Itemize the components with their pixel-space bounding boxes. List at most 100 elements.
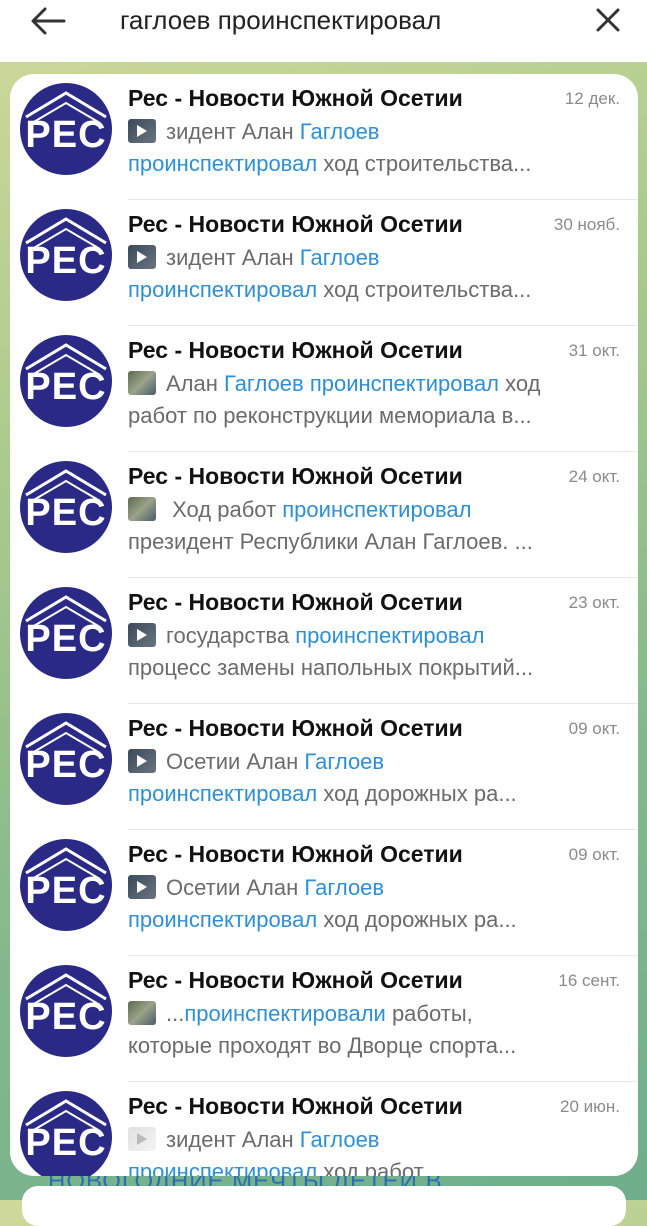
channel-avatar: РЕС: [20, 839, 112, 931]
snippet-text: работ по реконструкции мемориала в...: [128, 403, 532, 428]
message-date: 09 окт.: [568, 719, 620, 738]
snippet-text: зидент Алан: [166, 245, 300, 270]
message-date: 20 июн.: [560, 1097, 620, 1116]
search-result-item[interactable]: РЕС Рес - Новости Южной Осетии 12 дек. зиде…: [10, 74, 638, 200]
search-result-item[interactable]: РЕС Рес - Новости Южной Осетии 24 окт. Ход…: [10, 452, 638, 578]
snippet-text: Осетии Алан: [166, 875, 305, 900]
channel-name: Рес - Новости Южной Осетии: [128, 967, 463, 993]
channel-avatar: РЕС: [20, 965, 112, 1057]
photo-thumbnail-icon: [128, 371, 156, 395]
partial-card: [22, 1186, 626, 1226]
snippet-text: ход работ ...: [317, 1159, 449, 1176]
avatar-label: РЕС: [25, 870, 107, 912]
snippet-text: Ход работ: [166, 497, 283, 522]
snippet-text: ход дорожных ра...: [317, 907, 517, 932]
snippet-text: процесс замены напольных покрытий...: [128, 655, 534, 680]
avatar-label: РЕС: [25, 1122, 107, 1164]
message-snippet-line-2: президент Республики Алан Гаглоев. ...: [128, 528, 618, 556]
channel-name: Рес - Новости Южной Осетии: [128, 841, 463, 867]
channel-name: Рес - Новости Южной Осетии: [128, 85, 463, 111]
message-snippet-line-1: государства проинспектировал: [128, 622, 618, 650]
search-header: [0, 0, 647, 62]
avatar-label: РЕС: [25, 744, 107, 786]
message-snippet-line-1: ...проинспектировали работы,: [128, 1000, 618, 1028]
highlighted-match: Гаглоев: [299, 1127, 380, 1152]
close-icon[interactable]: [593, 5, 623, 35]
video-thumbnail-icon: [128, 623, 156, 647]
snippet-text: Алан: [166, 371, 225, 396]
channel-avatar: РЕС: [20, 713, 112, 805]
channel-avatar: РЕС: [20, 1091, 112, 1176]
snippet-text: президент Республики Алан Гаглоев. ...: [128, 529, 533, 554]
video-thumbnail-icon: [128, 1127, 156, 1151]
avatar-label: РЕС: [25, 240, 107, 282]
channel-avatar: РЕС: [20, 335, 112, 427]
message-date: 24 окт.: [568, 467, 620, 486]
snippet-text: которые проходят во Дворце спорта...: [128, 1033, 517, 1058]
snippet-text: Осетии Алан: [166, 749, 305, 774]
photo-thumbnail-icon: [128, 497, 156, 521]
message-snippet-line-2: процесс замены напольных покрытий...: [128, 654, 618, 682]
highlighted-match: проинспектировал: [128, 907, 318, 932]
search-input[interactable]: [120, 2, 550, 38]
snippet-text: ход строительства...: [317, 151, 532, 176]
message-date: 09 окт.: [568, 845, 620, 864]
channel-avatar: РЕС: [20, 209, 112, 301]
message-snippet-line-1: зидент Алан Гаглоев: [128, 118, 618, 146]
message-date: 31 окт.: [568, 341, 620, 360]
avatar-label: РЕС: [25, 618, 107, 660]
highlighted-match: Гаглоев: [299, 119, 380, 144]
video-thumbnail-icon: [128, 749, 156, 773]
message-snippet-line-1: Алан Гаглоев проинспектировал ход: [128, 370, 618, 398]
message-snippet-line-2: проинспектировал ход дорожных ра...: [128, 906, 618, 934]
message-snippet-line-2: работ по реконструкции мемориала в...: [128, 402, 618, 430]
message-snippet-line-2: которые проходят во Дворце спорта...: [128, 1032, 618, 1060]
highlighted-match: Гаглоев: [304, 749, 385, 774]
message-snippet-line-2: проинспектировал ход строительства...: [128, 150, 618, 178]
search-result-item[interactable]: РЕС Рес - Новости Южной Осетии 31 окт. Алан…: [10, 326, 638, 452]
highlighted-match: проинспектировал: [128, 277, 318, 302]
snippet-text: ...: [166, 1001, 185, 1026]
message-snippet-line-1: зидент Алан Гаглоев: [128, 1126, 618, 1154]
message-snippet-line-2: проинспектировал ход строительства...: [128, 276, 618, 304]
video-thumbnail-icon: [128, 875, 156, 899]
search-result-item[interactable]: РЕС Рес - Новости Южной Осетии 20 июн. зиде…: [10, 1082, 638, 1176]
snippet-text: зидент Алан: [166, 1127, 300, 1152]
highlighted-match: Гаглоев: [299, 245, 380, 270]
highlighted-match: проинспектировал: [128, 781, 318, 806]
snippet-text: работы,: [385, 1001, 473, 1026]
photo-thumbnail-icon: [128, 1001, 156, 1025]
channel-name: Рес - Новости Южной Осетии: [128, 589, 463, 615]
highlighted-match: Гаглоев проинспектировал: [224, 371, 500, 396]
message-snippet-line-2: проинспектировал ход дорожных ра...: [128, 780, 618, 808]
channel-name: Рес - Новости Южной Осетии: [128, 1093, 463, 1119]
highlighted-match: проинспектировал: [128, 151, 318, 176]
snippet-text: ход дорожных ра...: [317, 781, 517, 806]
highlighted-match: проинспектировали: [184, 1001, 386, 1026]
video-thumbnail-icon: [128, 119, 156, 143]
message-date: 16 сент.: [558, 971, 620, 990]
message-snippet-line-1: зидент Алан Гаглоев: [128, 244, 618, 272]
search-result-item[interactable]: РЕС Рес - Новости Южной Осетии 09 окт. Осет…: [10, 704, 638, 830]
channel-name: Рес - Новости Южной Осетии: [128, 211, 463, 237]
search-result-item[interactable]: РЕС Рес - Новости Южной Осетии 30 нояб. зид…: [10, 200, 638, 326]
snippet-text: ход строительства...: [317, 277, 532, 302]
search-result-item[interactable]: РЕС Рес - Новости Южной Осетии 09 окт. Осет…: [10, 830, 638, 956]
search-result-item[interactable]: РЕС Рес - Новости Южной Осетии 16 сент....…: [10, 956, 638, 1082]
channel-name: Рес - Новости Южной Осетии: [128, 463, 463, 489]
snippet-text: ход: [499, 371, 541, 396]
channel-name: Рес - Новости Южной Осетии: [128, 715, 463, 741]
search-results-list: РЕС Рес - Новости Южной Осетии 12 дек. зиде…: [10, 74, 638, 1176]
arrow-left-icon[interactable]: [30, 6, 66, 36]
avatar-label: РЕС: [25, 492, 107, 534]
channel-avatar: РЕС: [20, 587, 112, 679]
channel-name: Рес - Новости Южной Осетии: [128, 337, 463, 363]
message-snippet-line-2: проинспектировал ход работ ...: [128, 1158, 618, 1176]
message-date: 30 нояб.: [553, 215, 620, 234]
channel-avatar: РЕС: [20, 461, 112, 553]
channel-avatar: РЕС: [20, 83, 112, 175]
highlighted-match: проинспектировал: [295, 623, 485, 648]
search-result-item[interactable]: РЕС Рес - Новости Южной Осетии 23 окт. госу…: [10, 578, 638, 704]
avatar-label: РЕС: [25, 366, 107, 408]
avatar-label: РЕС: [25, 996, 107, 1038]
